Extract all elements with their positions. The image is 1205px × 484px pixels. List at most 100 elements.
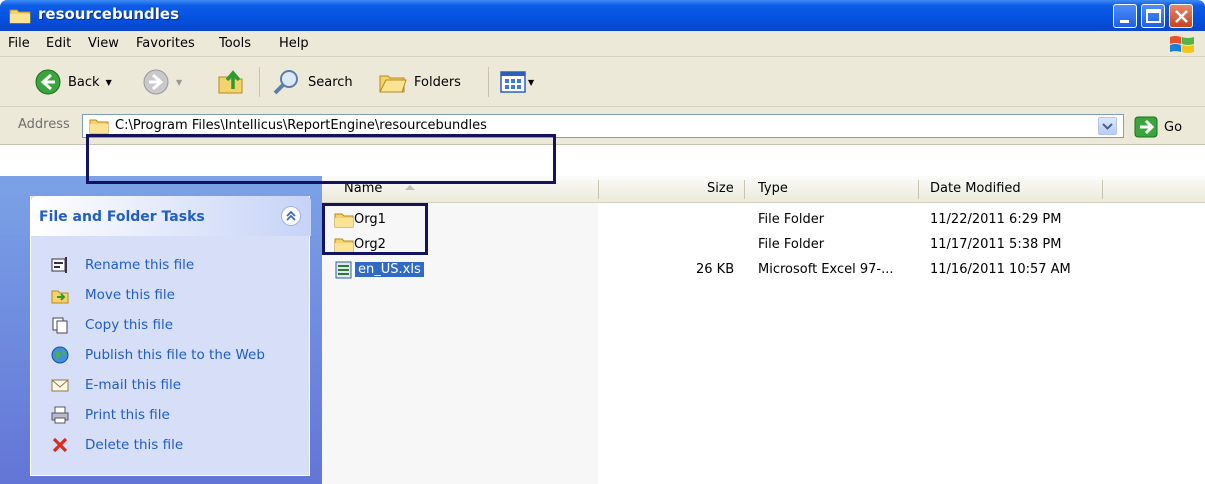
task-label: Move this file [85, 287, 175, 303]
column-divider[interactable] [744, 180, 745, 199]
file-folder-tasks-panel: File and Folder Tasks Rename this file M… [30, 196, 311, 476]
toolbar: Back ▼ ▼ Search Folders ▼ [0, 57, 1205, 107]
delete-icon [52, 437, 68, 453]
window-title: resourcebundles [38, 5, 180, 23]
maximize-icon [1146, 9, 1161, 23]
rename-icon [51, 257, 67, 273]
task-print[interactable]: Print this file [51, 404, 170, 426]
up-folder-button[interactable] [216, 66, 246, 98]
column-divider[interactable] [1102, 180, 1103, 199]
file-name: Org1 [354, 212, 386, 227]
toolbar-separator [259, 67, 260, 97]
table-row[interactable]: Org1 File Folder 11/22/2011 6:29 PM [322, 208, 1205, 232]
sort-up-icon [405, 185, 415, 190]
task-email[interactable]: E-mail this file [51, 374, 181, 396]
task-rename[interactable]: Rename this file [51, 254, 194, 276]
task-move[interactable]: Move this file [51, 284, 175, 306]
file-name: en_US.xls [355, 262, 424, 277]
back-arrow-icon [35, 69, 61, 95]
task-label: Copy this file [85, 317, 174, 333]
go-label: Go [1164, 119, 1183, 135]
column-divider[interactable] [918, 180, 919, 199]
forward-arrow-icon [143, 69, 169, 95]
menu-help[interactable]: Help [279, 36, 309, 51]
file-type: Microsoft Excel 97-... [758, 262, 894, 277]
task-label: Rename this file [85, 257, 195, 273]
folder-icon [89, 119, 109, 134]
search-icon [273, 70, 298, 95]
minimize-button[interactable] [1113, 4, 1137, 28]
file-date: 11/16/2011 10:57 AM [930, 262, 1071, 277]
views-button[interactable]: ▼ [500, 66, 534, 98]
go-arrow-icon [1134, 116, 1158, 138]
file-list: Name Size Type Date Modified Org1 File F… [322, 176, 1205, 484]
chevron-down-icon[interactable]: ▼ [106, 78, 112, 87]
back-label: Back [68, 74, 100, 90]
maximize-button[interactable] [1141, 4, 1165, 28]
file-name: Org2 [354, 237, 386, 252]
back-button[interactable]: Back ▼ [34, 66, 112, 98]
views-icon [500, 71, 526, 93]
chevron-down-icon[interactable]: ▼ [528, 78, 534, 87]
table-row[interactable]: en_US.xls 26 KB Microsoft Excel 97-... 1… [322, 258, 1205, 282]
task-label: Publish this file to the Web [85, 347, 265, 363]
column-header-type[interactable]: Type [758, 181, 788, 196]
table-row[interactable]: Org2 File Folder 11/17/2011 5:38 PM [322, 233, 1205, 257]
search-button[interactable]: Search [272, 66, 353, 98]
forward-button[interactable]: ▼ [142, 66, 182, 98]
task-panel-title: File and Folder Tasks [39, 209, 205, 225]
menu-view[interactable]: View [88, 36, 119, 51]
column-header-name[interactable]: Name [344, 181, 382, 196]
address-bar: Address C:\Program Files\Intellicus\Repo… [0, 107, 1205, 145]
address-path: C:\Program Files\Intellicus\ReportEngine… [115, 118, 487, 133]
windows-logo-icon [1170, 36, 1194, 53]
menu-tools[interactable]: Tools [219, 36, 251, 51]
go-button[interactable]: Go [1134, 116, 1182, 138]
chevron-down-icon[interactable]: ▼ [176, 78, 182, 87]
address-dropdown-button[interactable] [1098, 117, 1117, 135]
move-icon [51, 290, 69, 304]
task-pane: File and Folder Tasks Rename this file M… [0, 176, 322, 484]
close-button[interactable] [1169, 4, 1193, 28]
folders-icon [379, 75, 407, 93]
task-label: E-mail this file [85, 377, 182, 393]
menu-favorites[interactable]: Favorites [136, 36, 195, 51]
column-header-size[interactable]: Size [707, 181, 734, 196]
title-bar: resourcebundles [0, 0, 1205, 31]
file-type: File Folder [758, 212, 825, 227]
copy-icon [52, 317, 68, 334]
folders-label: Folders [414, 74, 461, 90]
collapse-button[interactable] [281, 206, 301, 226]
task-delete[interactable]: Delete this file [51, 434, 183, 456]
file-size: 26 KB [696, 262, 735, 277]
printer-icon [51, 406, 69, 424]
address-input[interactable]: C:\Program Files\Intellicus\ReportEngine… [82, 114, 1124, 138]
menu-file[interactable]: File [8, 36, 30, 51]
task-copy[interactable]: Copy this file [51, 314, 173, 336]
file-date: 11/22/2011 6:29 PM [930, 212, 1062, 227]
minimize-icon [1120, 20, 1129, 23]
chevron-down-icon [1102, 123, 1113, 130]
search-label: Search [308, 74, 353, 90]
file-type: File Folder [758, 237, 825, 252]
column-header: Name Size Type Date Modified [322, 176, 1205, 203]
menu-bar: File Edit View Favorites Tools Help [0, 31, 1205, 57]
close-icon [1175, 10, 1188, 23]
column-header-date[interactable]: Date Modified [930, 181, 1021, 196]
folders-button[interactable]: Folders [378, 66, 461, 98]
address-label: Address [18, 117, 70, 132]
globe-icon [51, 346, 69, 364]
file-date: 11/17/2011 5:38 PM [930, 237, 1062, 252]
task-label: Print this file [85, 407, 170, 423]
column-divider[interactable] [598, 180, 599, 199]
toolbar-separator [488, 67, 489, 97]
menu-edit[interactable]: Edit [46, 36, 71, 51]
folder-icon [9, 9, 31, 24]
excel-file-icon [335, 261, 352, 279]
folder-icon [334, 238, 354, 253]
task-panel-header[interactable]: File and Folder Tasks [31, 196, 311, 236]
up-folder-icon [218, 70, 243, 94]
folder-icon [334, 213, 354, 228]
chevron-up-icon [286, 210, 296, 221]
task-publish-web[interactable]: Publish this file to the Web [51, 344, 265, 366]
